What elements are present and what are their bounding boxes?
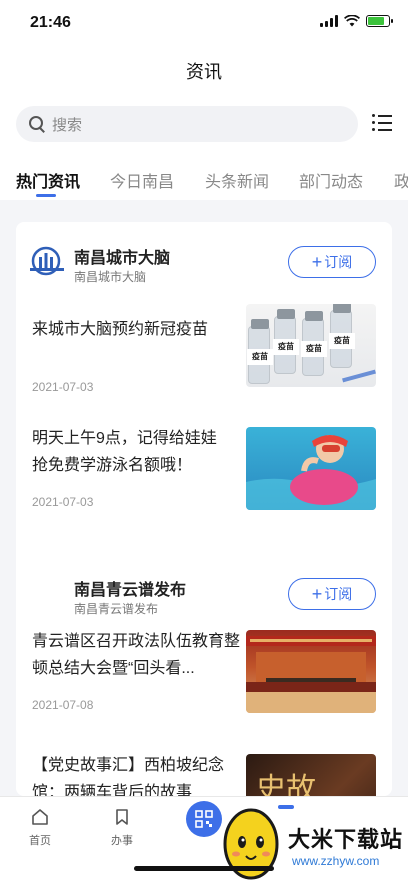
vial-label: 疫苗 <box>247 349 273 365</box>
battery-icon <box>366 15 393 27</box>
swimming-child-image <box>246 435 376 510</box>
source-subtitle: 南昌青云谱发布 <box>74 602 159 616</box>
tab-services[interactable]: 办事 <box>92 807 152 849</box>
page-title: 资讯 <box>186 62 222 82</box>
tab-services-label: 办事 <box>111 835 133 847</box>
article-item[interactable]: 明天上午9点，记得给娃娃抢免费学游泳名额哦！ 2021-07-03 <box>16 427 392 531</box>
status-icons <box>320 15 393 27</box>
source-subtitle: 南昌城市大脑 <box>74 270 147 284</box>
feed-card: 南昌城市大脑 南昌城市大脑 + 订阅 来城市大脑预约新冠疫苗 2021-07-0… <box>16 222 392 837</box>
tab-politics[interactable]: 政 <box>394 168 408 192</box>
active-tab-indicator <box>36 194 56 197</box>
tab-today-nanchang[interactable]: 今日南昌 <box>110 168 174 192</box>
search-row: 搜索 <box>0 92 408 154</box>
nav-bar: 资讯 <box>0 48 408 92</box>
article-date: 2021-07-03 <box>32 495 94 509</box>
list-menu-icon[interactable] <box>372 114 392 132</box>
article-thumbnail <box>246 630 376 713</box>
article-title: 来城市大脑预约新冠疫苗 <box>32 321 209 338</box>
article-thumbnail <box>246 427 376 510</box>
subscribe-button[interactable]: + 订阅 <box>288 578 376 610</box>
status-time: 21:46 <box>30 14 71 31</box>
meeting-hall-image <box>246 636 376 713</box>
vial-label: 疫苗 <box>329 333 355 349</box>
subscribe-label: 订阅 <box>324 254 353 270</box>
article-date: 2021-07-08 <box>32 698 94 712</box>
article-item[interactable]: 青云谱区召开政法队伍教育整顿总结大会暨“回头看... 2021-07-08 <box>16 630 392 734</box>
status-bar: 21:46 <box>0 0 408 48</box>
article-date: 2021-07-03 <box>32 380 94 394</box>
tab-home-label: 首页 <box>29 835 51 847</box>
tab-department-news[interactable]: 部门动态 <box>299 168 363 192</box>
city-brain-logo-icon <box>30 246 64 276</box>
tab-hot-news[interactable]: 热门资讯 <box>16 168 80 192</box>
wifi-icon <box>344 15 360 27</box>
source-header: 南昌城市大脑 南昌城市大脑 + 订阅 <box>16 230 392 290</box>
search-input[interactable]: 搜索 <box>16 106 358 142</box>
home-indicator <box>134 866 274 871</box>
vial-label: 疫苗 <box>301 341 327 357</box>
subscribe-label: 订阅 <box>324 586 353 602</box>
source-name[interactable]: 南昌青云谱发布 <box>74 576 186 600</box>
subscribe-button[interactable]: + 订阅 <box>288 246 376 278</box>
search-placeholder: 搜索 <box>52 116 83 134</box>
category-tabs: 热门资讯 今日南昌 头条新闻 部门动态 政 <box>0 154 408 200</box>
article-title: 明天上午9点，记得给娃娃抢免费学游泳名额哦！ <box>32 430 217 474</box>
article-title: 青云谱区召开政法队伍教育整顿总结大会暨“回头看... <box>32 633 241 677</box>
bookmark-icon <box>116 809 128 825</box>
signal-icon <box>320 15 338 27</box>
vial-label: 疫苗 <box>273 339 299 355</box>
tab-home[interactable]: 首页 <box>10 807 70 849</box>
source-name[interactable]: 南昌城市大脑 <box>74 244 170 268</box>
watermark-brand: 大米下载站 <box>288 827 404 852</box>
search-icon <box>28 115 46 133</box>
article-thumbnail: 疫苗 疫苗 疫苗 疫苗 <box>246 304 376 387</box>
watermark-url: www.zzhyw.com <box>292 854 380 868</box>
tab-headlines[interactable]: 头条新闻 <box>205 168 269 192</box>
article-item[interactable]: 来城市大脑预约新冠疫苗 2021-07-03 疫苗 疫苗 疫苗 疫苗 <box>16 304 392 408</box>
home-icon <box>32 809 48 825</box>
plus-icon: + <box>311 252 323 272</box>
plus-icon: + <box>311 584 323 604</box>
source-header: 南昌青云谱发布 南昌青云谱发布 + 订阅 <box>16 562 392 622</box>
